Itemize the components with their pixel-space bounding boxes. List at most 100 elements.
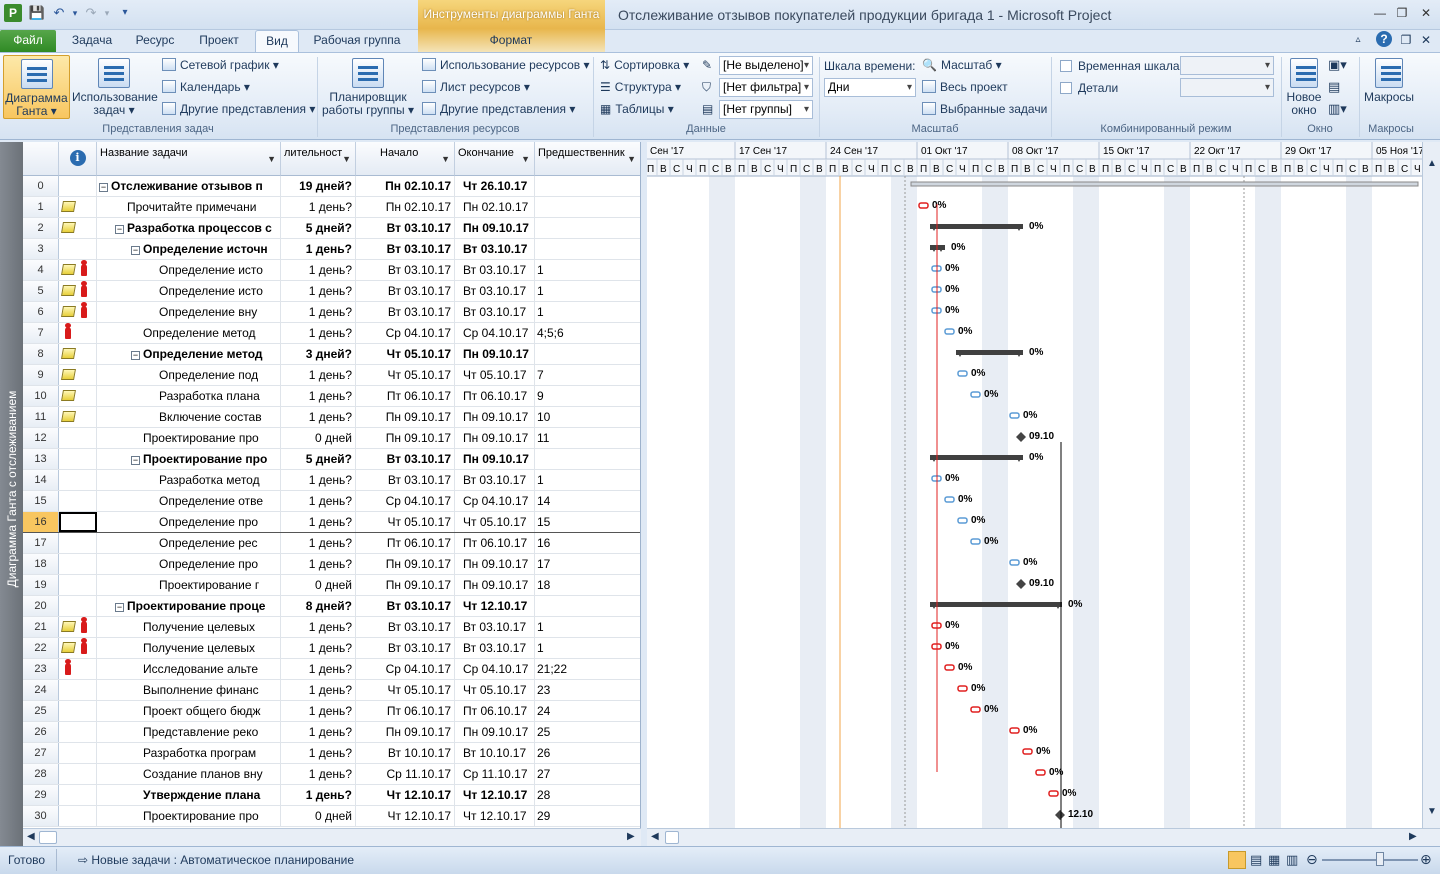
start-cell[interactable]: Вт 03.10.17 (356, 281, 455, 301)
start-cell[interactable]: Вт 03.10.17 (356, 302, 455, 322)
overallocated-resource-icon[interactable] (81, 638, 87, 654)
zoom-in-icon[interactable]: ⊕ (1420, 851, 1432, 868)
finish-cell[interactable]: Вт 03.10.17 (455, 302, 535, 322)
duration-cell[interactable]: 1 день? (281, 491, 356, 511)
indicators-cell[interactable] (59, 554, 97, 574)
table-row[interactable]: 14 Разработка метод 1 день? Вт 03.10.17 Вт 0… (23, 470, 640, 491)
finish-cell[interactable]: Вт 03.10.17 (455, 638, 535, 658)
finish-cell[interactable]: Вт 03.10.17 (455, 239, 535, 259)
predecessors-cell[interactable] (535, 176, 640, 196)
task-name-cell[interactable]: Определение под (97, 365, 281, 385)
task-usage-button[interactable]: Использование задач ▾ (72, 58, 158, 117)
predecessors-cell[interactable]: 7 (535, 365, 640, 385)
timeline-select[interactable] (1180, 56, 1274, 75)
tab-resource[interactable]: Ресурс (128, 30, 182, 52)
collapse-icon[interactable]: − (131, 351, 140, 360)
predecessors-cell[interactable] (535, 596, 640, 616)
indicators-cell[interactable] (59, 197, 97, 217)
other-resource-views-button[interactable]: Другие представления ▾ (422, 102, 575, 116)
task-name-cell[interactable]: − Определение метод (97, 344, 281, 364)
table-row[interactable]: 30 Проектирование про 0 дней Чт 12.10.17 Чт … (23, 806, 640, 827)
table-row[interactable]: 11 Включение состав 1 день? Пн 09.10.17 Пн 0… (23, 407, 640, 428)
macros-button[interactable]: Макросы (1364, 58, 1414, 104)
start-cell[interactable]: Чт 05.10.17 (356, 365, 455, 385)
indicators-cell[interactable] (59, 806, 97, 826)
task-name-cell[interactable]: Разработка метод (97, 470, 281, 490)
network-diagram-button[interactable]: Сетевой график ▾ (162, 58, 279, 72)
indicators-cell[interactable] (59, 218, 97, 238)
finish-cell[interactable]: Чт 05.10.17 (455, 680, 535, 700)
indicators-cell[interactable] (59, 344, 97, 364)
predecessors-cell[interactable]: 4;5;6 (535, 323, 640, 343)
table-horizontal-scrollbar[interactable]: ◀ ▶ (23, 828, 641, 846)
indicators-cell[interactable] (59, 365, 97, 385)
task-name-cell[interactable]: Прочитайте примечани (97, 197, 281, 217)
row-id[interactable]: 9 (23, 365, 59, 385)
predecessors-cell[interactable]: 1 (535, 470, 640, 490)
table-row[interactable]: 9 Определение под 1 день? Чт 05.10.17 Чт 05.… (23, 365, 640, 386)
team-planner-button[interactable]: Планировщик работы группы ▾ (322, 58, 414, 117)
row-id[interactable]: 0 (23, 176, 59, 196)
resource-sheet-button[interactable]: Лист ресурсов ▾ (422, 80, 530, 94)
table-row[interactable]: 20− Проектирование проце 8 дней? Вт 03.10.1… (23, 596, 640, 617)
doc-close-icon[interactable]: ✕ (1418, 30, 1434, 52)
zoom-slider-thumb[interactable] (1376, 852, 1384, 866)
sort-button[interactable]: ⇅ Сортировка ▾ (600, 58, 689, 72)
predecessors-cell[interactable]: 9 (535, 386, 640, 406)
finish-cell[interactable]: Чт 05.10.17 (455, 365, 535, 385)
minimize-ribbon-icon[interactable]: ▵ (1350, 30, 1366, 52)
predecessors-cell[interactable]: 27 (535, 764, 640, 784)
predecessors-cell[interactable] (535, 239, 640, 259)
indicators-cell[interactable] (59, 722, 97, 742)
scheduling-mode[interactable]: ⇨ Новые задачи : Автоматическое планиров… (78, 853, 354, 867)
close-icon[interactable]: ✕ (1418, 6, 1434, 20)
row-id[interactable]: 4 (23, 260, 59, 280)
table-row[interactable]: 17 Определение рес 1 день? Пт 06.10.17 Пт 06… (23, 533, 640, 554)
start-cell[interactable]: Пн 09.10.17 (356, 428, 455, 448)
row-id[interactable]: 30 (23, 806, 59, 826)
scroll-right-icon[interactable]: ▶ (1409, 831, 1417, 842)
finish-cell[interactable]: Пт 06.10.17 (455, 701, 535, 721)
table-row[interactable]: 18 Определение про 1 день? Пн 09.10.17 Пн 09… (23, 554, 640, 575)
group-select[interactable]: [Нет группы] (719, 100, 813, 119)
other-task-views-button[interactable]: Другие представления ▾ (162, 102, 315, 116)
tab-format[interactable]: Формат (470, 30, 552, 52)
duration-header[interactable]: лительност ▼ (281, 142, 356, 176)
finish-cell[interactable]: Чт 12.10.17 (455, 596, 535, 616)
finish-cell[interactable]: Пт 06.10.17 (455, 386, 535, 406)
table-row[interactable]: 27 Разработка програм 1 день? Вт 10.10.17 Вт… (23, 743, 640, 764)
task-name-cell[interactable]: Разработка програм (97, 743, 281, 763)
row-id[interactable]: 16 (23, 512, 59, 532)
finish-cell[interactable]: Ср 11.10.17 (455, 764, 535, 784)
row-id[interactable]: 24 (23, 680, 59, 700)
task-name-cell[interactable]: Выполнение финанс (97, 680, 281, 700)
task-name-cell[interactable]: Определение про (97, 554, 281, 574)
table-row[interactable]: 24 Выполнение финанс 1 день? Чт 05.10.17 Чт … (23, 680, 640, 701)
predecessors-cell[interactable]: 24 (535, 701, 640, 721)
indicators-cell[interactable] (59, 428, 97, 448)
duration-cell[interactable]: 1 день? (281, 302, 356, 322)
table-row[interactable]: 10 Разработка плана 1 день? Пт 06.10.17 Пт 0… (23, 386, 640, 407)
name-header[interactable]: Название задачи ▼ (97, 142, 281, 176)
task-name-cell[interactable]: − Определение источн (97, 239, 281, 259)
minimize-icon[interactable]: — (1372, 6, 1388, 20)
row-id[interactable]: 3 (23, 239, 59, 259)
indicators-cell[interactable] (59, 491, 97, 511)
start-header[interactable]: Начало ▼ (356, 142, 455, 176)
row-id[interactable]: 12 (23, 428, 59, 448)
duration-cell[interactable]: 1 день? (281, 512, 356, 532)
finish-cell[interactable]: Вт 03.10.17 (455, 260, 535, 280)
duration-cell[interactable]: 1 день? (281, 197, 356, 217)
overallocated-resource-icon[interactable] (81, 260, 87, 276)
duration-cell[interactable]: 1 день? (281, 764, 356, 784)
task-name-cell[interactable]: Проектирование г (97, 575, 281, 595)
tab-team[interactable]: Рабочая группа (306, 30, 408, 52)
table-row[interactable]: 15 Определение отве 1 день? Ср 04.10.17 Ср 0… (23, 491, 640, 512)
task-name-cell[interactable]: Включение состав (97, 407, 281, 427)
row-id[interactable]: 14 (23, 470, 59, 490)
finish-cell[interactable]: Вт 03.10.17 (455, 470, 535, 490)
predecessors-cell[interactable] (535, 449, 640, 469)
zoom-out-icon[interactable]: ⊖ (1306, 851, 1318, 868)
task-name-cell[interactable]: Получение целевых (97, 617, 281, 637)
start-cell[interactable]: Чт 05.10.17 (356, 344, 455, 364)
